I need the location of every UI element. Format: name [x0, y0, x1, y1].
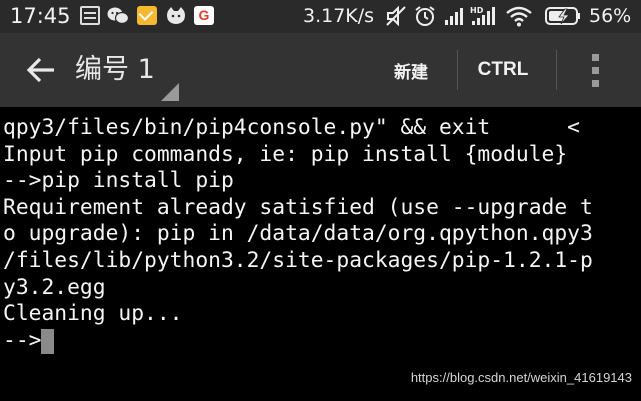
terminal-line: Requirement already satisfied (use --upg…: [3, 195, 593, 220]
back-button[interactable]: [24, 53, 58, 87]
hd-signal-icon: HD: [470, 5, 498, 27]
wifi-icon: [506, 5, 532, 27]
terminal-line: o upgrade): pip in /data/data/org.qpytho…: [3, 221, 593, 246]
session-title-spinner[interactable]: 编号 1: [75, 49, 181, 101]
action-divider: [556, 50, 557, 90]
message-icon: [80, 6, 100, 25]
status-time: 17:45: [10, 4, 71, 28]
terminal-line: Cleaning up...: [3, 301, 183, 326]
mail-icon: [137, 6, 157, 25]
battery-charging-icon: [543, 5, 583, 27]
network-speed: 3.17K/s: [303, 5, 375, 27]
cat-icon: [165, 6, 185, 25]
terminal-line: /files/lib/python3.2/site-packages/pip-1…: [3, 248, 593, 273]
terminal-prompt: -->: [3, 328, 42, 353]
svg-text:HD: HD: [470, 6, 484, 15]
mute-icon: [384, 5, 408, 27]
signal-icon: [444, 5, 466, 27]
session-title: 编号 1: [75, 54, 155, 85]
wechat-icon: [107, 6, 130, 25]
overflow-menu-button[interactable]: [571, 33, 621, 107]
ctrl-button[interactable]: CTRL: [468, 33, 538, 107]
terminal-output[interactable]: qpy3/files/bin/pip4console.py" && exit <…: [0, 107, 641, 401]
terminal-prompt-line[interactable]: -->: [3, 328, 55, 355]
battery-percent: 56%: [589, 5, 632, 27]
arrow-left-icon: [26, 57, 54, 83]
alarm-icon: [413, 5, 437, 27]
spinner-indicator-icon: [161, 83, 179, 101]
action-bar: 编号 1 新建 CTRL: [0, 33, 641, 107]
terminal-cursor: [41, 329, 55, 354]
google-icon: G: [194, 6, 214, 25]
terminal-line: y3.2.egg: [3, 275, 106, 300]
status-bar: 17:45 G 3.17K/s HD 56%: [0, 0, 641, 33]
watermark: https://blog.csdn.net/weixin_41619143: [410, 370, 632, 385]
terminal-line: -->pip install pip: [3, 168, 234, 193]
terminal-line: qpy3/files/bin/pip4console.py" && exit <: [3, 115, 580, 140]
terminal-line: Input pip commands, ie: pip install {mod…: [3, 142, 568, 167]
action-divider: [457, 50, 458, 90]
new-session-button[interactable]: 新建: [376, 33, 446, 107]
